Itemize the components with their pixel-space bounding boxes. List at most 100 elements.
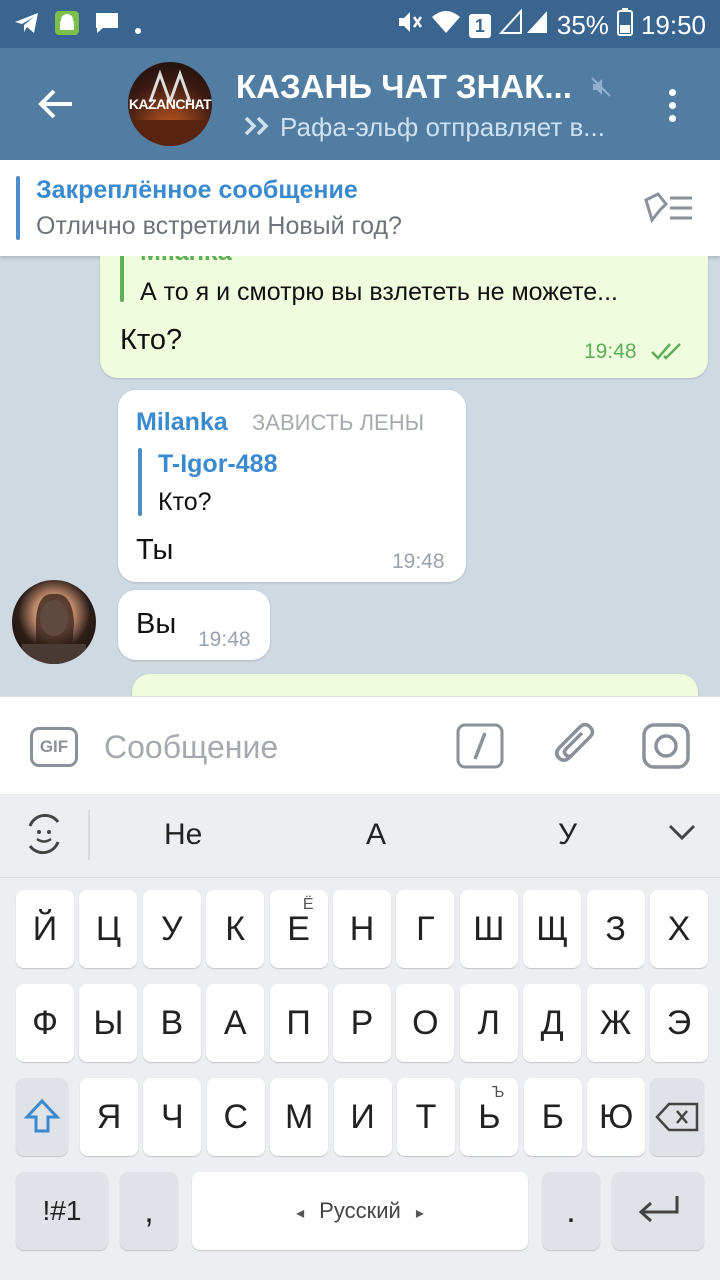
- gif-button[interactable]: GIF: [30, 727, 78, 767]
- keyboard: Не А У ЙЦ У К ЕЁ Н ГШЩЗ Х ФЫВ А П РОЛ ДЖЭ Я Ч СМИ Т ЬЪ БЮ…: [0, 794, 720, 1280]
- key-label: Ц: [95, 910, 121, 948]
- telegram-icon: [14, 11, 40, 42]
- shift-key[interactable]: [16, 1078, 68, 1156]
- key-label: О: [412, 1004, 439, 1042]
- space-label: Русский: [319, 1198, 401, 1223]
- key-м[interactable]: М: [270, 1078, 329, 1156]
- message-outgoing[interactable]: Milanka А то я и смотрю вы взлететь не м…: [100, 256, 708, 378]
- key-о[interactable]: О: [396, 984, 455, 1062]
- key-й[interactable]: Й: [16, 890, 74, 968]
- message-list[interactable]: Milanka А то я и смотрю вы взлететь не м…: [0, 256, 720, 696]
- message-incoming[interactable]: Milanka ЗАВИСТЬ ЛЕНЫ T-Igor-488 Кто? Ты …: [118, 390, 466, 582]
- key-label: Э: [666, 1004, 692, 1042]
- chat-avatar[interactable]: KAZANCHAT: [128, 62, 212, 146]
- key-label: Р: [350, 1004, 374, 1042]
- key-х[interactable]: Х: [650, 890, 708, 968]
- key-д[interactable]: Д: [523, 984, 582, 1062]
- key-б[interactable]: Б: [523, 1078, 582, 1156]
- key-н[interactable]: Н: [333, 890, 391, 968]
- message-incoming[interactable]: Вы 19:48: [118, 590, 270, 660]
- bot-command-icon[interactable]: [456, 723, 504, 774]
- key-э[interactable]: Э: [650, 984, 708, 1062]
- sender-avatar[interactable]: [12, 580, 96, 664]
- key-secondary-label: Ё: [302, 896, 314, 913]
- comma-key[interactable]: ,: [120, 1172, 178, 1250]
- key-ю[interactable]: Ю: [587, 1078, 646, 1156]
- suggestion-3[interactable]: У: [558, 818, 577, 852]
- key-label: Ч: [161, 1098, 184, 1136]
- key-и[interactable]: И: [333, 1078, 392, 1156]
- key-label: Щ: [536, 910, 569, 948]
- space-key[interactable]: ◂ Русский ▸: [192, 1172, 528, 1250]
- forward-icon: [240, 114, 274, 145]
- key-я[interactable]: Я: [80, 1078, 138, 1156]
- back-button[interactable]: [34, 82, 78, 126]
- key-label: Х: [667, 910, 691, 948]
- key-ь[interactable]: ЬЪ: [460, 1078, 519, 1156]
- key-а[interactable]: А: [206, 984, 265, 1062]
- reply-author: T-Igor-488: [158, 450, 278, 478]
- key-у[interactable]: У: [142, 890, 201, 968]
- key-label: Н: [349, 910, 375, 948]
- key-е[interactable]: ЕЁ: [269, 890, 328, 968]
- message-input[interactable]: Сообщение: [104, 729, 278, 766]
- camera-icon[interactable]: [642, 723, 690, 774]
- key-в[interactable]: В: [142, 984, 201, 1062]
- key-label: С: [223, 1098, 249, 1136]
- sender-title: ЗАВИСТЬ ЛЕНЫ: [252, 410, 425, 435]
- battery-percent: 35%: [556, 10, 609, 40]
- message-outgoing[interactable]: [132, 674, 698, 696]
- enter-key[interactable]: [612, 1172, 704, 1250]
- chat-header: KAZANCHAT КАЗАНЬ ЧАТ ЗНАК... Рафа-эльф о…: [0, 48, 720, 160]
- emoji-toggle-icon[interactable]: [22, 812, 66, 861]
- enter-icon: [638, 1196, 679, 1223]
- key-label: Л: [477, 1004, 500, 1042]
- key-л[interactable]: Л: [459, 984, 518, 1062]
- symbols-key[interactable]: !#1: [16, 1172, 108, 1250]
- key-label: П: [286, 1004, 311, 1042]
- android-icon: [54, 10, 80, 43]
- more-menu-button[interactable]: [660, 86, 684, 126]
- key-ж[interactable]: Ж: [586, 984, 645, 1062]
- suggestion-1[interactable]: Не: [164, 818, 202, 852]
- key-secondary-label: Ъ: [491, 1084, 505, 1101]
- key-щ[interactable]: Щ: [523, 890, 582, 968]
- dot-icon: [134, 11, 142, 42]
- key-label: Т: [415, 1098, 437, 1136]
- suggestion-2[interactable]: А: [366, 818, 386, 852]
- key-ф[interactable]: Ф: [16, 984, 74, 1062]
- key-label: Ш: [473, 910, 505, 948]
- key-ы[interactable]: Ы: [79, 984, 138, 1062]
- key-label: Ф: [32, 1004, 58, 1042]
- key-label: Я: [96, 1098, 122, 1136]
- sender-name[interactable]: Milanka: [136, 408, 228, 437]
- reply-quote-bar: [138, 448, 142, 516]
- key-ш[interactable]: Ш: [459, 890, 518, 968]
- backspace-key[interactable]: [650, 1078, 704, 1156]
- signal-icon: [498, 8, 549, 42]
- key-к[interactable]: К: [206, 890, 265, 968]
- message-time: 19:48: [584, 340, 637, 363]
- sim-badge: 1: [468, 13, 491, 38]
- key-с[interactable]: С: [206, 1078, 265, 1156]
- key-label: Е: [287, 910, 310, 948]
- key-п[interactable]: П: [269, 984, 328, 1062]
- key-label: Д: [540, 1004, 564, 1042]
- pinned-message-bar[interactable]: Закреплённое сообщение Отлично встретили…: [0, 160, 720, 256]
- clock: 19:50: [640, 10, 706, 40]
- key-р[interactable]: Р: [333, 984, 391, 1062]
- key-т[interactable]: Т: [397, 1078, 455, 1156]
- attach-icon[interactable]: [552, 721, 600, 776]
- key-label: К: [225, 910, 246, 948]
- key-ч[interactable]: Ч: [143, 1078, 202, 1156]
- chat-title[interactable]: КАЗАНЬ ЧАТ ЗНАК...: [236, 68, 572, 106]
- key-ц[interactable]: Ц: [79, 890, 138, 968]
- shift-icon: [23, 1098, 61, 1133]
- key-з[interactable]: З: [586, 890, 645, 968]
- pinned-list-icon[interactable]: [640, 190, 696, 231]
- period-key[interactable]: .: [542, 1172, 600, 1250]
- key-г[interactable]: Г: [396, 890, 455, 968]
- chevron-down-icon[interactable]: [668, 824, 696, 847]
- left-arrow-icon: ◂: [296, 1205, 314, 1222]
- mute-status-icon: [395, 8, 423, 43]
